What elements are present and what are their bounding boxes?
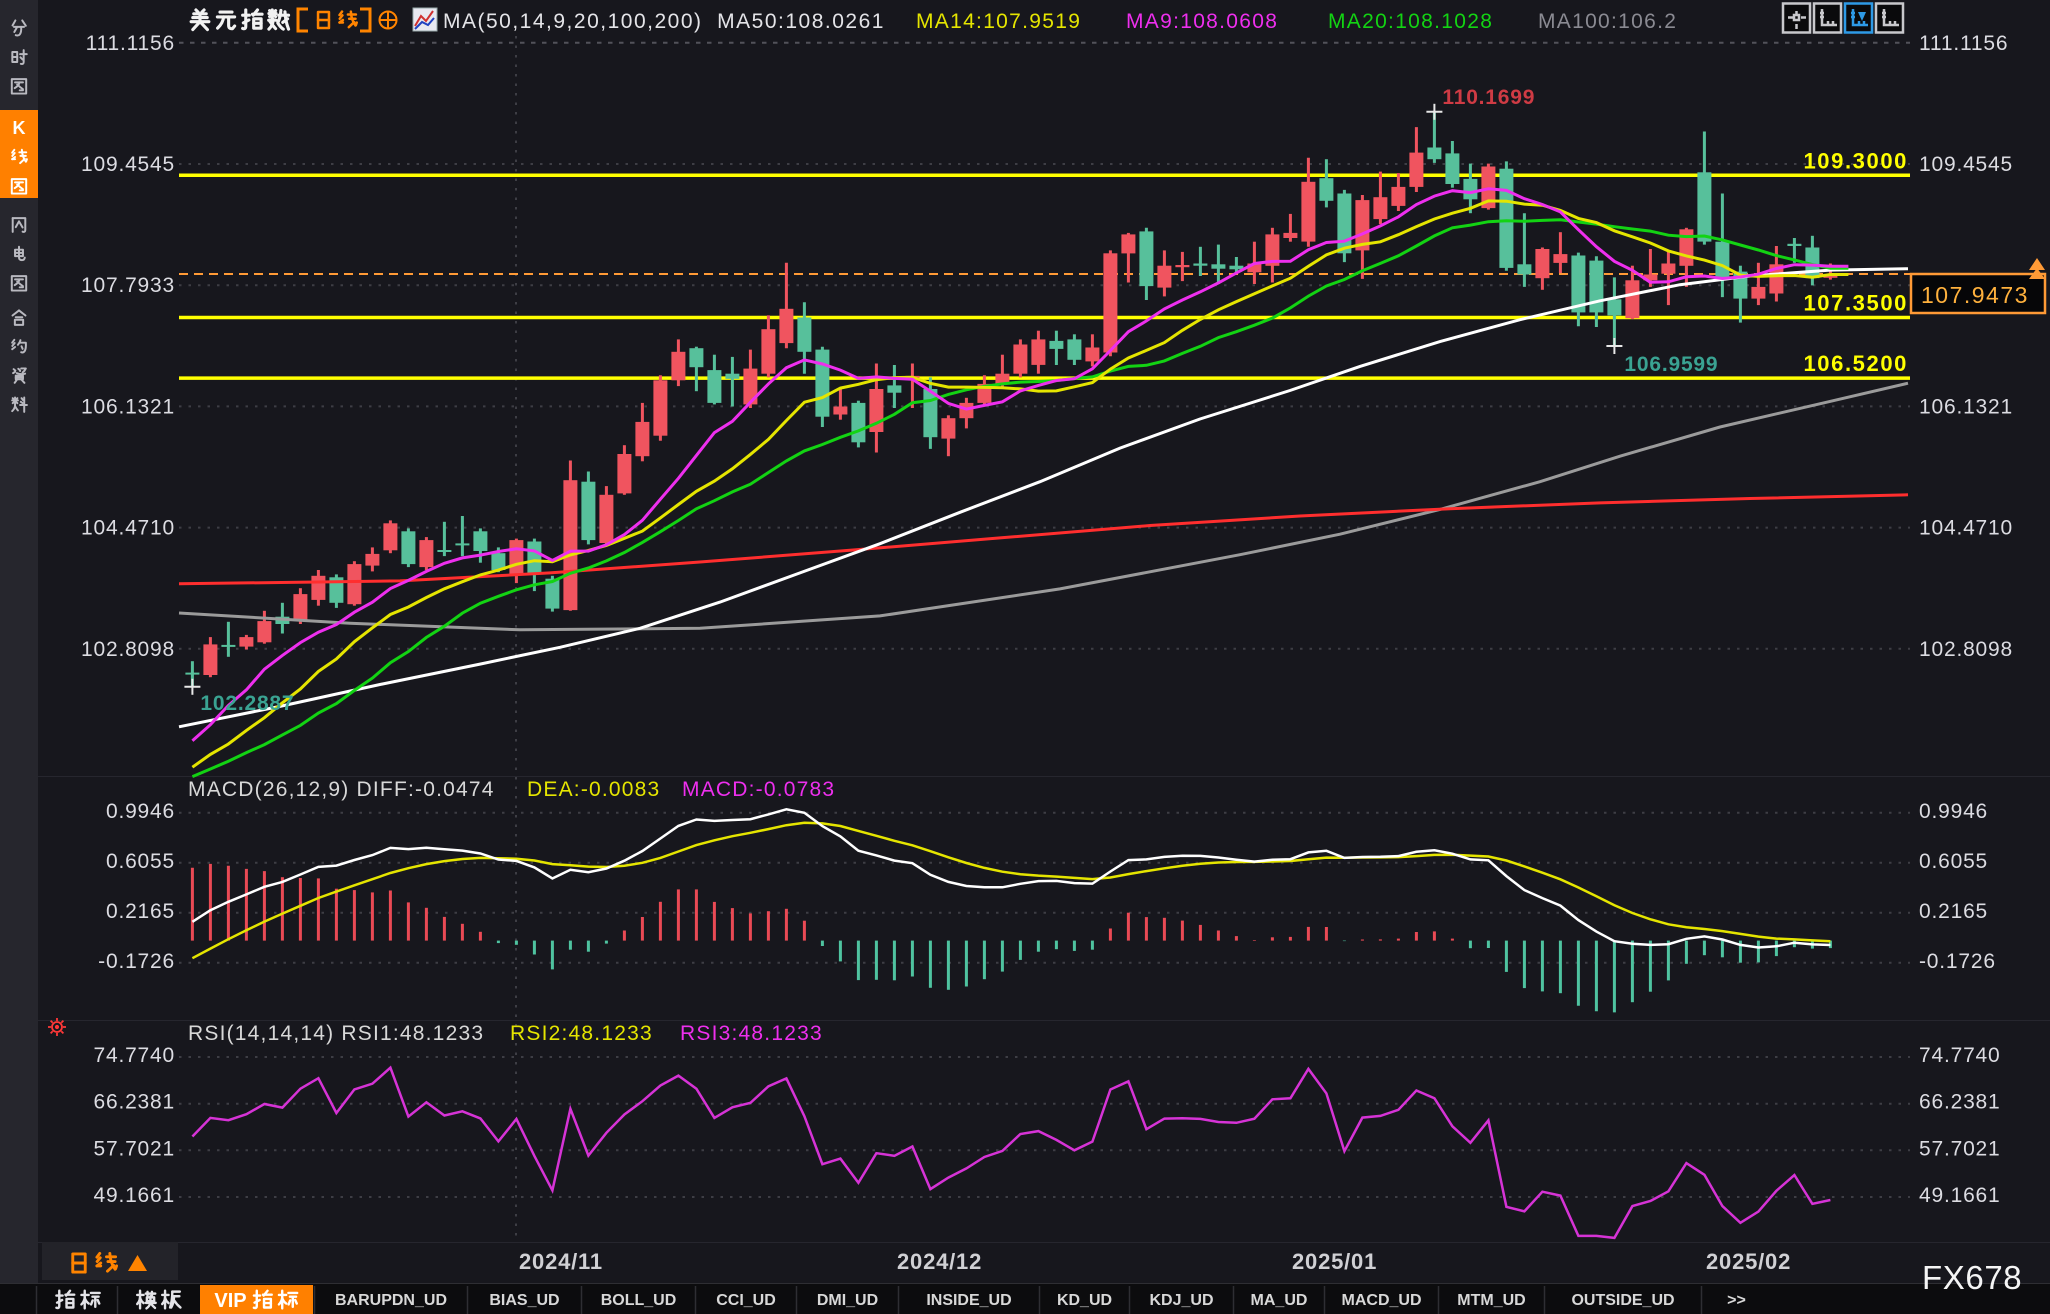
svg-text:74.7740: 74.7740 xyxy=(1919,1044,2001,1067)
svg-text:FX678: FX678 xyxy=(1922,1259,2022,1296)
svg-text:107.7933: 107.7933 xyxy=(81,274,175,297)
svg-text:BIAS_UD: BIAS_UD xyxy=(489,1292,559,1309)
svg-text:2024/12: 2024/12 xyxy=(897,1249,982,1274)
svg-text:-0.1726: -0.1726 xyxy=(98,950,175,973)
svg-text:INSIDE_UD: INSIDE_UD xyxy=(926,1292,1011,1309)
svg-text:>>: >> xyxy=(1727,1292,1746,1309)
svg-text:0.9946: 0.9946 xyxy=(106,800,175,823)
svg-text:104.4710: 104.4710 xyxy=(1919,517,2013,540)
svg-text:110.1699: 110.1699 xyxy=(1442,86,1535,109)
svg-text:111.1156: 111.1156 xyxy=(1919,32,2008,55)
svg-text:66.2381: 66.2381 xyxy=(93,1091,175,1114)
svg-text:MA100:106.2: MA100:106.2 xyxy=(1538,10,1677,33)
svg-text:111.1156: 111.1156 xyxy=(86,32,175,55)
svg-text:2024/11: 2024/11 xyxy=(519,1249,603,1274)
svg-text:MA(50,14,9,20,100,200) MA50:1: MA(50,14,9,20,100,200) MA50:108.0261 xyxy=(443,10,885,33)
svg-text:102.8098: 102.8098 xyxy=(1919,638,2013,661)
svg-text:RSI(14,14,14) RSI1:48.1233: RSI(14,14,14) RSI1:48.1233 xyxy=(188,1022,484,1045)
svg-text:DMI_UD: DMI_UD xyxy=(817,1292,878,1309)
svg-text:VIP: VIP xyxy=(214,1290,246,1312)
svg-text:MACD_UD: MACD_UD xyxy=(1342,1292,1422,1309)
svg-text:MA9:108.0608: MA9:108.0608 xyxy=(1126,10,1278,33)
svg-text:K: K xyxy=(13,118,26,138)
svg-text:0.2165: 0.2165 xyxy=(106,900,175,923)
svg-text:MA20:108.1028: MA20:108.1028 xyxy=(1328,10,1493,33)
svg-text:106.1321: 106.1321 xyxy=(1919,395,2013,418)
svg-text:MACD(26,12,9) DIFF:-0.0474: MACD(26,12,9) DIFF:-0.0474 xyxy=(188,778,495,801)
svg-text:0.6055: 0.6055 xyxy=(106,850,175,873)
svg-text:2025/02: 2025/02 xyxy=(1706,1249,1791,1274)
svg-text:104.4710: 104.4710 xyxy=(81,517,175,540)
svg-text:107.3500: 107.3500 xyxy=(1803,291,1908,316)
svg-text:66.2381: 66.2381 xyxy=(1919,1091,2001,1114)
svg-text:-0.1726: -0.1726 xyxy=(1919,950,1996,973)
svg-text:0.6055: 0.6055 xyxy=(1919,850,1988,873)
svg-text:KDJ_UD: KDJ_UD xyxy=(1149,1292,1213,1309)
svg-text:DEA:-0.0083: DEA:-0.0083 xyxy=(527,778,660,801)
svg-text:MA14:107.9519: MA14:107.9519 xyxy=(916,10,1081,33)
svg-text:49.1661: 49.1661 xyxy=(93,1184,175,1207)
svg-text:106.9599: 106.9599 xyxy=(1624,353,1718,376)
svg-text:57.7021: 57.7021 xyxy=(93,1137,175,1160)
svg-text:49.1661: 49.1661 xyxy=(1919,1184,2001,1207)
svg-text:109.4545: 109.4545 xyxy=(81,153,175,176)
svg-text:BARUPDN_UD: BARUPDN_UD xyxy=(335,1292,447,1309)
svg-text:0.2165: 0.2165 xyxy=(1919,900,1988,923)
svg-text:BOLL_UD: BOLL_UD xyxy=(601,1292,677,1309)
svg-text:107.9473: 107.9473 xyxy=(1921,282,2029,308)
svg-text:CCI_UD: CCI_UD xyxy=(716,1292,776,1309)
svg-text:2025/01: 2025/01 xyxy=(1292,1249,1377,1274)
svg-text:106.1321: 106.1321 xyxy=(81,395,175,418)
svg-text:0.9946: 0.9946 xyxy=(1919,800,1988,823)
svg-text:106.5200: 106.5200 xyxy=(1803,351,1908,376)
svg-text:KD_UD: KD_UD xyxy=(1057,1292,1112,1309)
svg-text:74.7740: 74.7740 xyxy=(93,1044,175,1067)
svg-text:102.2887: 102.2887 xyxy=(200,692,294,715)
svg-text:RSI2:48.1233: RSI2:48.1233 xyxy=(510,1022,653,1045)
svg-text:109.4545: 109.4545 xyxy=(1919,153,2013,176)
svg-text:MTM_UD: MTM_UD xyxy=(1457,1292,1525,1309)
svg-text:102.8098: 102.8098 xyxy=(81,638,175,661)
svg-text:57.7021: 57.7021 xyxy=(1919,1137,2001,1160)
svg-text:MA_UD: MA_UD xyxy=(1251,1292,1308,1309)
svg-text:MACD:-0.0783: MACD:-0.0783 xyxy=(682,778,835,801)
svg-text:RSI3:48.1233: RSI3:48.1233 xyxy=(680,1022,823,1045)
svg-text:109.3000: 109.3000 xyxy=(1803,148,1908,173)
svg-text:OUTSIDE_UD: OUTSIDE_UD xyxy=(1571,1292,1674,1309)
